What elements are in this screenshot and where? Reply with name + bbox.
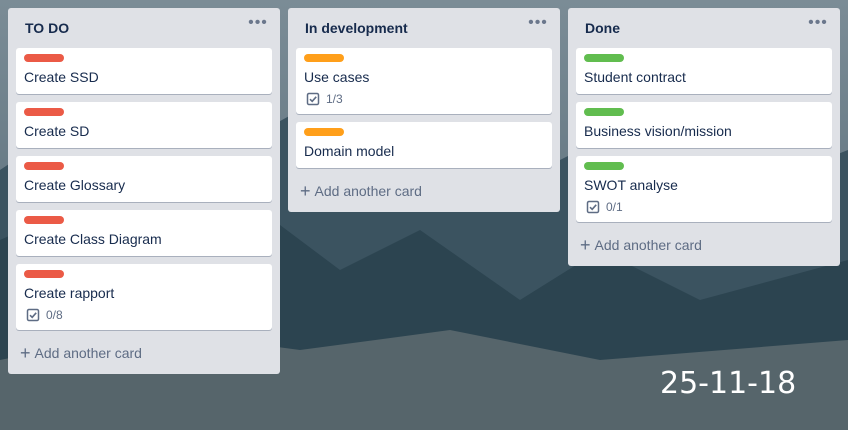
checklist-count: 0/1: [606, 200, 623, 214]
card-label-red: [24, 270, 64, 278]
card[interactable]: Business vision/mission: [576, 102, 832, 148]
card[interactable]: Student contract: [576, 48, 832, 94]
checklist-icon: [586, 200, 600, 214]
card[interactable]: Create SSD: [16, 48, 272, 94]
checklist-badge: 0/8: [24, 308, 264, 322]
list-menu-icon[interactable]: •••: [808, 15, 828, 36]
date-overlay: 25-11-18: [660, 366, 797, 401]
card[interactable]: Domain model: [296, 122, 552, 168]
list-title[interactable]: Done: [585, 20, 620, 36]
card[interactable]: Create Glossary: [16, 156, 272, 202]
add-card-button[interactable]: + Add another card: [576, 230, 832, 260]
card-label-red: [24, 216, 64, 224]
card[interactable]: Create Class Diagram: [16, 210, 272, 256]
checklist-count: 0/8: [46, 308, 63, 322]
card-label-red: [24, 162, 64, 170]
add-card-label: Add another card: [34, 345, 142, 361]
card-label-green: [584, 162, 624, 170]
card[interactable]: SWOT analyse 0/1: [576, 156, 832, 222]
list-header: TO DO •••: [8, 8, 280, 48]
card-label-orange: [304, 54, 344, 62]
list-done: Done ••• Student contract Business visio…: [568, 8, 840, 266]
add-card-label: Add another card: [314, 183, 422, 199]
list-menu-icon[interactable]: •••: [528, 15, 548, 36]
card-title: Create Class Diagram: [24, 231, 162, 247]
add-card-button[interactable]: + Add another card: [16, 338, 272, 368]
card-title: Business vision/mission: [584, 123, 732, 139]
list-menu-icon[interactable]: •••: [248, 15, 268, 36]
card-title: Domain model: [304, 143, 395, 159]
card-title: Create SSD: [24, 69, 99, 85]
card[interactable]: Create rapport 0/8: [16, 264, 272, 330]
card[interactable]: Create SD: [16, 102, 272, 148]
plus-icon: +: [580, 235, 591, 255]
card-title: Create Glossary: [24, 177, 126, 193]
checklist-count: 1/3: [326, 92, 343, 106]
checklist-icon: [306, 92, 320, 106]
list-header: In development •••: [288, 8, 560, 48]
card-title: Create rapport: [24, 285, 115, 301]
card-label-green: [584, 54, 624, 62]
plus-icon: +: [300, 181, 311, 201]
list-title[interactable]: TO DO: [25, 20, 69, 36]
checklist-badge: 1/3: [304, 92, 544, 106]
card-label-green: [584, 108, 624, 116]
card-title: Student contract: [584, 69, 686, 85]
card-title: SWOT analyse: [584, 177, 678, 193]
card-title: Use cases: [304, 69, 370, 85]
list-todo: TO DO ••• Create SSD Create SD Create Gl…: [8, 8, 280, 374]
card[interactable]: Use cases 1/3: [296, 48, 552, 114]
checklist-badge: 0/1: [584, 200, 824, 214]
add-card-label: Add another card: [594, 237, 702, 253]
card-title: Create SD: [24, 123, 90, 139]
list-header: Done •••: [568, 8, 840, 48]
checklist-icon: [26, 308, 40, 322]
add-card-button[interactable]: + Add another card: [296, 176, 552, 206]
list-title[interactable]: In development: [305, 20, 408, 36]
plus-icon: +: [20, 343, 31, 363]
card-label-orange: [304, 128, 344, 136]
card-label-red: [24, 108, 64, 116]
card-label-red: [24, 54, 64, 62]
list-in-development: In development ••• Use cases 1/3 Domain …: [288, 8, 560, 212]
